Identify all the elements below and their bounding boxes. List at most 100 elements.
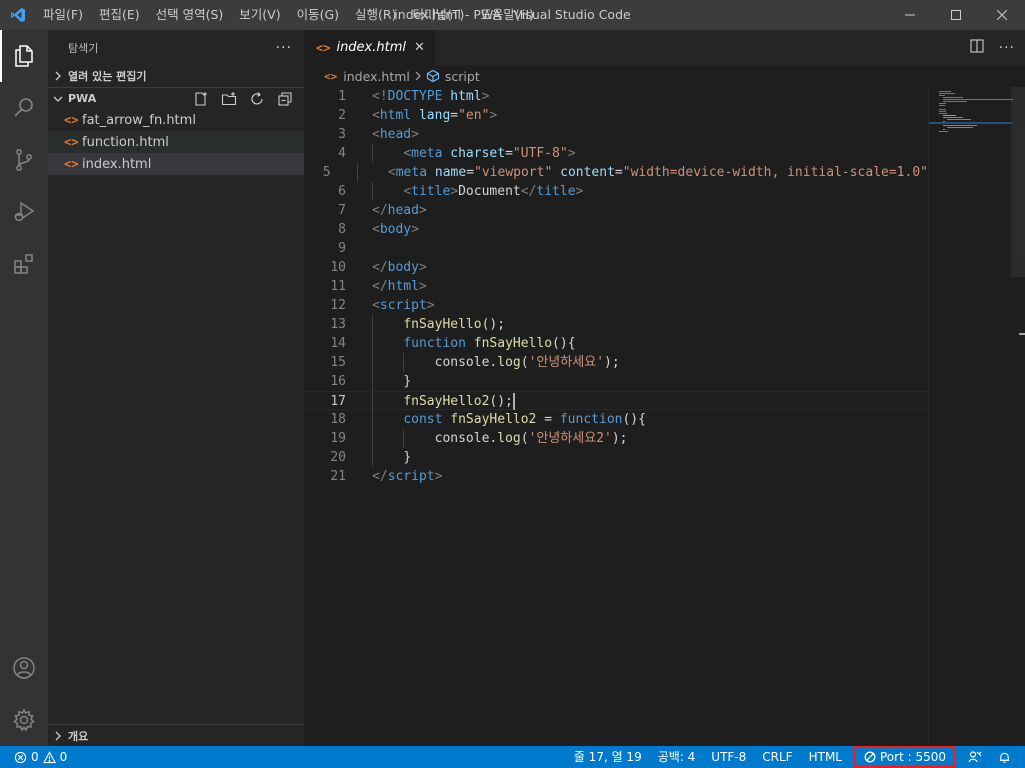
menu-help[interactable]: 도움말(H) — [472, 0, 542, 30]
scrollbar-thumb[interactable] — [1011, 87, 1025, 277]
code-line: 3 <head> — [304, 125, 928, 144]
activity-search[interactable] — [0, 82, 48, 134]
code-line: 21 </script> — [304, 467, 928, 486]
code-line: 10 </body> — [304, 258, 928, 277]
html-file-icon: <> — [64, 135, 79, 149]
code-line: 8 <body> — [304, 220, 928, 239]
code-line: 19 console.log('안녕하세요2'); — [304, 429, 928, 448]
file-label: index.html — [82, 156, 152, 172]
indentation[interactable]: 공백: 4 — [650, 746, 704, 768]
code-line: 7 </head> — [304, 201, 928, 220]
refresh-icon[interactable] — [246, 88, 268, 110]
code-text: </html> — [372, 279, 427, 294]
line-number: 8 — [338, 222, 346, 237]
line-number: 17 — [330, 394, 346, 409]
code-line: 15 console.log('안녕하세요'); — [304, 353, 928, 372]
line-number: 16 — [330, 374, 346, 389]
code-text: <html lang="en"> — [372, 108, 498, 123]
new-folder-icon[interactable] — [218, 88, 240, 110]
open-editors-section[interactable]: 열려 있는 편집기 — [48, 65, 304, 87]
error-icon — [14, 751, 27, 763]
code-text: } — [346, 372, 411, 391]
code-line: 13 fnSayHello(); — [304, 315, 928, 334]
menu-run[interactable]: 실행(R) — [347, 0, 404, 30]
code-editor[interactable]: 1 <!DOCTYPE html> 2 <html lang="en"> 3 <hea… — [304, 87, 928, 486]
explorer-icon — [15, 45, 33, 67]
code-line: 11 </html> — [304, 277, 928, 296]
split-editor-icon[interactable] — [969, 38, 985, 58]
line-number: 21 — [330, 469, 346, 484]
menu-go[interactable]: 이동(G) — [289, 0, 347, 30]
minimize-button[interactable] — [887, 0, 933, 30]
notifications-button[interactable] — [990, 746, 1025, 768]
line-number: 1 — [338, 89, 346, 104]
file-item-fat-arrow-fn[interactable]: <> fat_arrow_fn.html — [48, 109, 304, 131]
text-cursor — [512, 393, 515, 410]
run-debug-icon — [14, 201, 35, 222]
code-text: function fnSayHello(){ — [346, 334, 576, 353]
menu-view[interactable]: 보기(V) — [231, 0, 288, 30]
maximize-button[interactable] — [933, 0, 979, 30]
code-line: 16 } — [304, 372, 928, 391]
chevron-right-icon — [414, 69, 422, 84]
close-window-button[interactable] — [979, 0, 1025, 30]
extensions-icon — [14, 254, 33, 274]
symbol-icon — [426, 69, 440, 83]
file-label: function.html — [82, 134, 169, 150]
line-number: 19 — [330, 431, 346, 446]
html-file-icon: <> — [316, 40, 331, 55]
activity-run-debug[interactable] — [0, 186, 48, 238]
menu-terminal[interactable]: 터미널(T) — [405, 0, 473, 30]
code-text: <head> — [372, 127, 419, 142]
editor-area: <> index.html ✕ ··· <> index.html script… — [304, 30, 1025, 746]
close-tab-icon[interactable]: ✕ — [414, 40, 425, 55]
file-item-function[interactable]: <> function.html — [48, 131, 304, 153]
activity-explorer[interactable] — [0, 30, 48, 82]
line-number: 2 — [338, 108, 346, 123]
breadcrumb-file[interactable]: index.html — [343, 69, 410, 84]
more-actions-icon[interactable]: ··· — [276, 40, 292, 56]
code-text: <script> — [372, 298, 435, 313]
tab-index-html[interactable]: <> index.html ✕ — [304, 30, 435, 65]
encoding[interactable]: UTF-8 — [703, 746, 754, 768]
menu-selection[interactable]: 선택 영역(S) — [148, 0, 232, 30]
menu-edit[interactable]: 편집(E) — [91, 0, 148, 30]
minimap[interactable] — [928, 87, 1013, 746]
live-server-port[interactable]: Port : 5500 — [854, 746, 956, 768]
collapse-all-icon[interactable] — [274, 88, 296, 110]
outline-label: 개요 — [68, 729, 89, 743]
cursor-position[interactable]: 줄 17, 열 19 — [566, 746, 650, 768]
code-text: <title>Document</title> — [346, 182, 583, 201]
sidebar-header: 탐색기 ··· — [48, 30, 304, 65]
activity-accounts[interactable] — [0, 642, 48, 694]
source-control-icon — [16, 149, 32, 171]
file-item-index[interactable]: <> index.html — [48, 153, 304, 175]
editor-more-actions-icon[interactable]: ··· — [999, 40, 1015, 56]
code-text: <!DOCTYPE html> — [372, 89, 490, 104]
search-icon — [14, 98, 33, 117]
vscode-logo-icon — [0, 0, 35, 30]
bell-icon — [999, 752, 1010, 763]
vertical-scrollbar[interactable] — [1011, 87, 1025, 746]
folder-label: PWA — [68, 92, 97, 105]
language-mode[interactable]: HTML — [801, 746, 850, 768]
chevron-right-icon — [48, 731, 68, 741]
problems-indicator[interactable]: 0 0 — [0, 750, 67, 764]
folder-section-pwa[interactable]: PWA — [48, 87, 304, 109]
activity-manage[interactable] — [0, 694, 48, 746]
settings-gear-icon — [13, 708, 35, 732]
feedback-button[interactable] — [960, 746, 990, 768]
outline-section[interactable]: 개요 — [48, 724, 304, 746]
code-text: console.log('안녕하세요2'); — [346, 429, 628, 448]
code-text: fnSayHello(); — [346, 315, 505, 334]
breadcrumb-symbol[interactable]: script — [445, 69, 480, 84]
line-number: 3 — [338, 127, 346, 142]
activity-extensions[interactable] — [0, 238, 48, 290]
end-of-line[interactable]: CRLF — [754, 746, 800, 768]
menu-file[interactable]: 파일(F) — [35, 0, 91, 30]
new-file-icon[interactable] — [190, 88, 212, 110]
line-number: 7 — [338, 203, 346, 218]
window-controls — [887, 0, 1025, 30]
activity-source-control[interactable] — [0, 134, 48, 186]
open-editors-label: 열려 있는 편집기 — [68, 70, 147, 83]
